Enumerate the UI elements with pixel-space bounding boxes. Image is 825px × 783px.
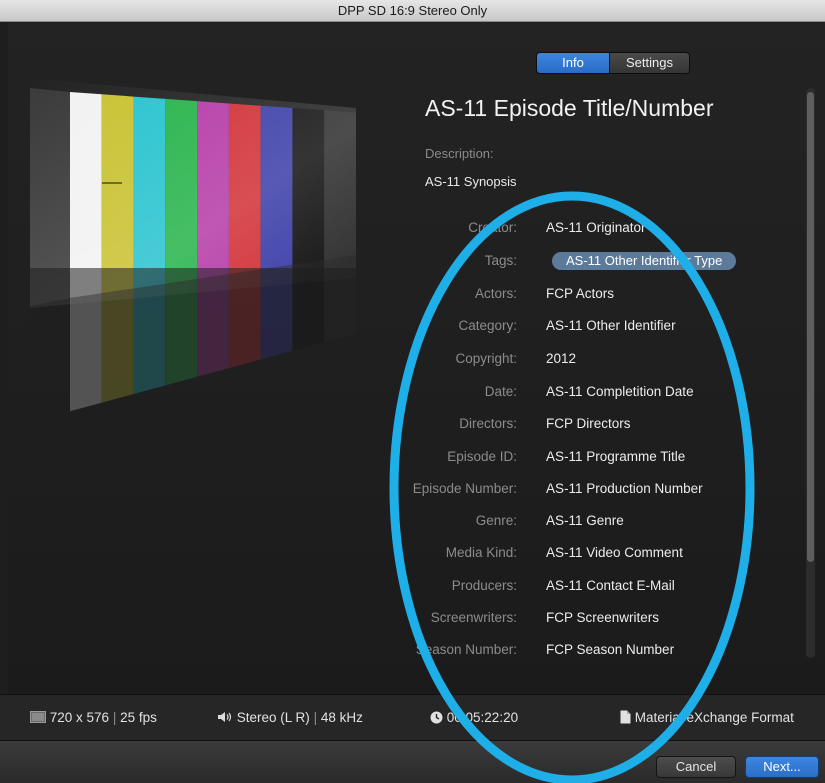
field-row-date: Date: AS-11 Completition Date (380, 382, 800, 402)
field-row-season-number: Season Number: FCP Season Number (380, 640, 800, 660)
field-label: Directors: (459, 416, 517, 431)
next-button[interactable]: Next... (745, 756, 819, 778)
field-label: Genre: (475, 513, 517, 528)
status-bar: 720 x 576 | 25 fps Stereo (L R) | 48 kHz… (0, 694, 825, 740)
field-value: FCP Directors (546, 416, 631, 431)
separator: | (313, 710, 318, 725)
field-row-tags: Tags: AS-11 Other Identifier Type (380, 251, 800, 271)
metadata-scrollbar[interactable] (806, 88, 815, 658)
separator: | (112, 710, 117, 725)
video-info: 720 x 576 | 25 fps (30, 709, 157, 727)
field-row-screenwriters: Screenwriters: FCP Screenwriters (380, 608, 800, 628)
resolution-value: 720 x 576 (49, 710, 110, 725)
field-value: FCP Actors (546, 286, 615, 301)
field-row-genre: Genre: AS-11 Genre (380, 511, 800, 531)
info-settings-toggle: Info Settings (536, 52, 690, 74)
audio-info: Stereo (L R) | 48 kHz (217, 709, 363, 727)
field-row-directors: Directors: FCP Directors (380, 414, 800, 434)
scrollbar-thumb[interactable] (807, 92, 814, 562)
field-label: Episode Number: (412, 481, 517, 496)
field-row-media-kind: Media Kind: AS-11 Video Comment (380, 543, 800, 563)
field-value: AS-11 Production Number (546, 481, 703, 496)
field-label: Media Kind: (445, 545, 517, 560)
field-value: 2012 (546, 351, 577, 366)
field-value: AS-11 Programme Title (546, 449, 686, 464)
field-label: Screenwriters: (430, 610, 517, 625)
reflection-fade (30, 268, 356, 448)
description-label: Description: (425, 146, 494, 161)
field-value: AS-11 Contact E-Mail (546, 578, 675, 593)
sample-rate-value: 48 kHz (320, 710, 363, 725)
window-title: DPP SD 16:9 Stereo Only (0, 0, 825, 22)
duration-info: 00:05:22:20 (430, 709, 518, 727)
tag-token[interactable]: AS-11 Other Identifier Type (552, 252, 737, 270)
video-frame-icon (30, 711, 46, 723)
footer-bar: Cancel Next... (0, 740, 825, 783)
tab-info[interactable]: Info (537, 53, 609, 73)
field-row-producers: Producers: AS-11 Contact E-Mail (380, 576, 800, 596)
clock-icon (430, 711, 443, 724)
field-value: FCP Season Number (546, 642, 675, 657)
field-row-actors: Actors: FCP Actors (380, 284, 800, 304)
format-info: Material eXchange Format (620, 709, 794, 727)
audio-channels-value: Stereo (L R) (236, 710, 310, 725)
field-row-episode-id: Episode ID: AS-11 Programme Title (380, 447, 800, 467)
field-row-episode-number: Episode Number: AS-11 Production Number (380, 479, 800, 499)
field-value: AS-11 Originator (546, 220, 646, 235)
field-value: AS-11 Completition Date (546, 384, 694, 399)
fps-value: 25 fps (120, 710, 157, 725)
field-label: Episode ID: (447, 449, 517, 464)
field-row-creator: Creator: AS-11 Originator (380, 218, 800, 238)
speaker-icon (218, 712, 232, 722)
episode-title: AS-11 Episode Title/Number (425, 95, 714, 121)
field-label: Category: (458, 318, 517, 333)
cancel-button[interactable]: Cancel (656, 756, 736, 778)
field-label: Actors: (474, 286, 517, 301)
field-value: AS-11 Genre (546, 513, 624, 528)
description-value: AS-11 Synopsis (425, 174, 517, 189)
field-label: Date: (484, 384, 517, 399)
field-value: AS-11 Other Identifier (546, 318, 676, 333)
field-row-category: Category: AS-11 Other Identifier (380, 316, 800, 336)
document-icon (620, 710, 631, 724)
field-value: FCP Screenwriters (546, 610, 660, 625)
format-value: Material eXchange Format (634, 710, 794, 725)
field-label: Producers: (451, 578, 517, 593)
field-row-copyright: Copyright: 2012 (380, 349, 800, 369)
video-preview-thumbnail (30, 78, 356, 448)
duration-value: 00:05:22:20 (446, 710, 519, 725)
field-label: Copyright: (455, 351, 517, 366)
field-value: AS-11 Video Comment (546, 545, 683, 560)
field-label: Season Number: (415, 642, 517, 657)
field-label: Tags: (484, 253, 517, 268)
tab-settings[interactable]: Settings (609, 53, 689, 73)
field-label: Creator: (468, 220, 517, 235)
